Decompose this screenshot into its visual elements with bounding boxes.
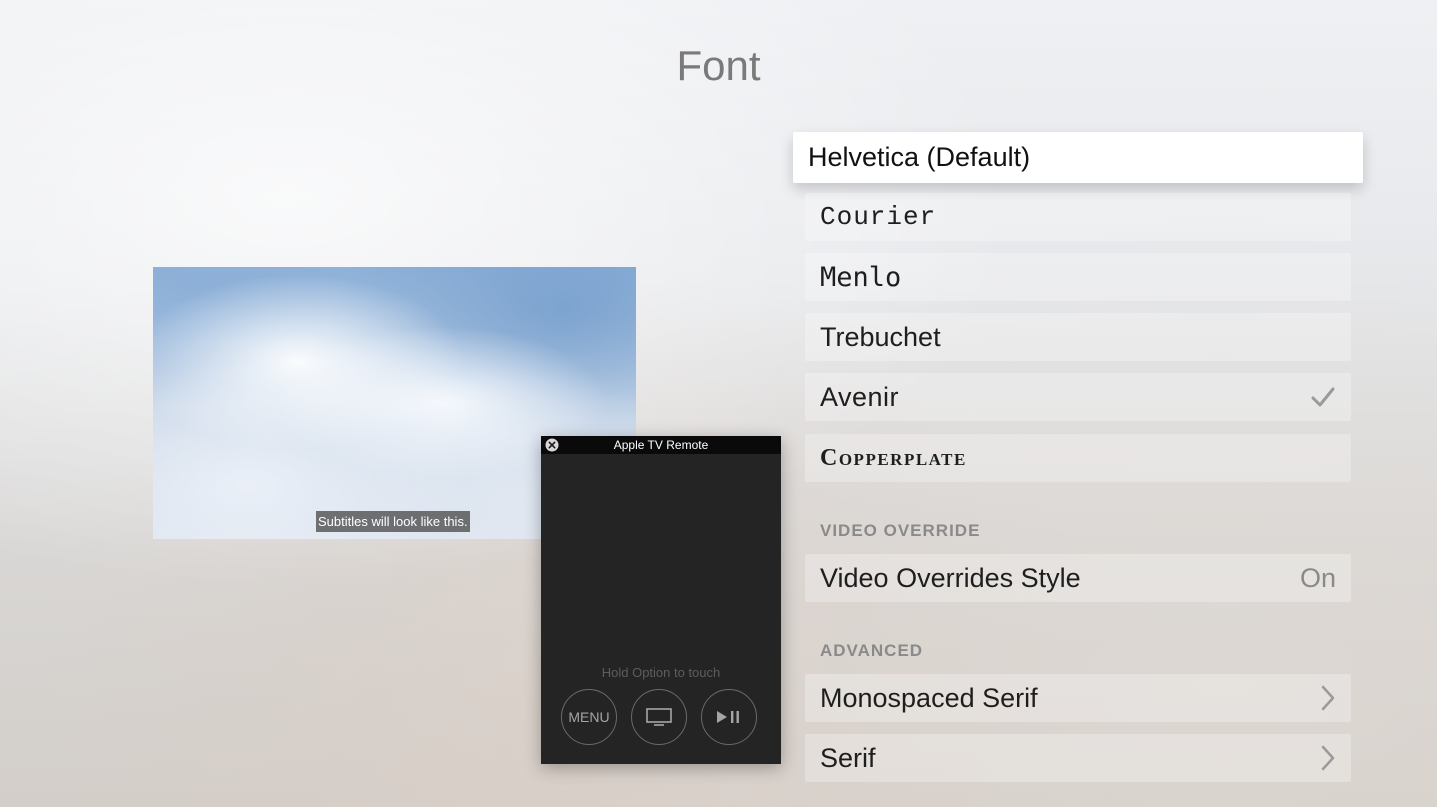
remote-title: Apple TV Remote xyxy=(613,438,709,452)
font-option-copperplate[interactable]: Copperplate xyxy=(805,434,1351,482)
font-option-trebuchet[interactable]: Trebuchet xyxy=(805,313,1351,361)
font-option-courier[interactable]: Courier xyxy=(805,193,1351,241)
chevron-right-icon xyxy=(1321,745,1335,771)
menu-button[interactable]: MENU xyxy=(561,689,617,745)
tv-button[interactable] xyxy=(631,689,687,745)
chevron-right-icon xyxy=(1321,685,1335,711)
font-option-label: Courier xyxy=(820,202,937,232)
subtitle-sample-text: Subtitles will look like this. xyxy=(316,511,470,532)
video-overrides-style-label: Video Overrides Style xyxy=(820,562,1081,593)
advanced-item-label: Monospaced Serif xyxy=(820,682,1038,713)
advanced-item-serif[interactable]: Serif xyxy=(805,734,1351,782)
section-header-advanced: ADVANCED xyxy=(820,641,924,660)
video-overrides-style-value: On xyxy=(1299,562,1336,593)
play-pause-button[interactable] xyxy=(701,689,757,745)
font-option-helvetica[interactable]: Helvetica (Default) xyxy=(793,132,1363,183)
advanced-item-label: Serif xyxy=(820,742,876,773)
font-option-label: Trebuchet xyxy=(820,321,941,352)
remote-titlebar: Apple TV Remote xyxy=(541,436,781,454)
font-option-label: Avenir xyxy=(820,381,900,412)
advanced-item-monospaced-serif[interactable]: Monospaced Serif xyxy=(805,674,1351,722)
close-icon[interactable] xyxy=(545,438,559,452)
menu-button-label: MENU xyxy=(568,709,610,725)
video-overrides-style-row[interactable]: Video Overrides Style On xyxy=(805,554,1351,602)
font-option-menlo[interactable]: Menlo xyxy=(805,253,1351,301)
font-option-label: Helvetica (Default) xyxy=(808,142,1031,172)
page-title: Font xyxy=(676,42,761,89)
font-option-label: Menlo xyxy=(820,261,902,293)
section-header-video-override: VIDEO OVERRIDE xyxy=(820,521,981,540)
apple-tv-remote-window: Apple TV Remote Hold Option to touch MEN… xyxy=(541,436,781,764)
font-option-label: Copperplate xyxy=(820,444,967,471)
remote-hint: Hold Option to touch xyxy=(601,665,721,680)
font-option-avenir[interactable]: Avenir xyxy=(805,373,1351,421)
play-pause-icon xyxy=(717,711,739,723)
checkmark-icon xyxy=(1311,387,1335,407)
tv-icon xyxy=(646,708,672,726)
